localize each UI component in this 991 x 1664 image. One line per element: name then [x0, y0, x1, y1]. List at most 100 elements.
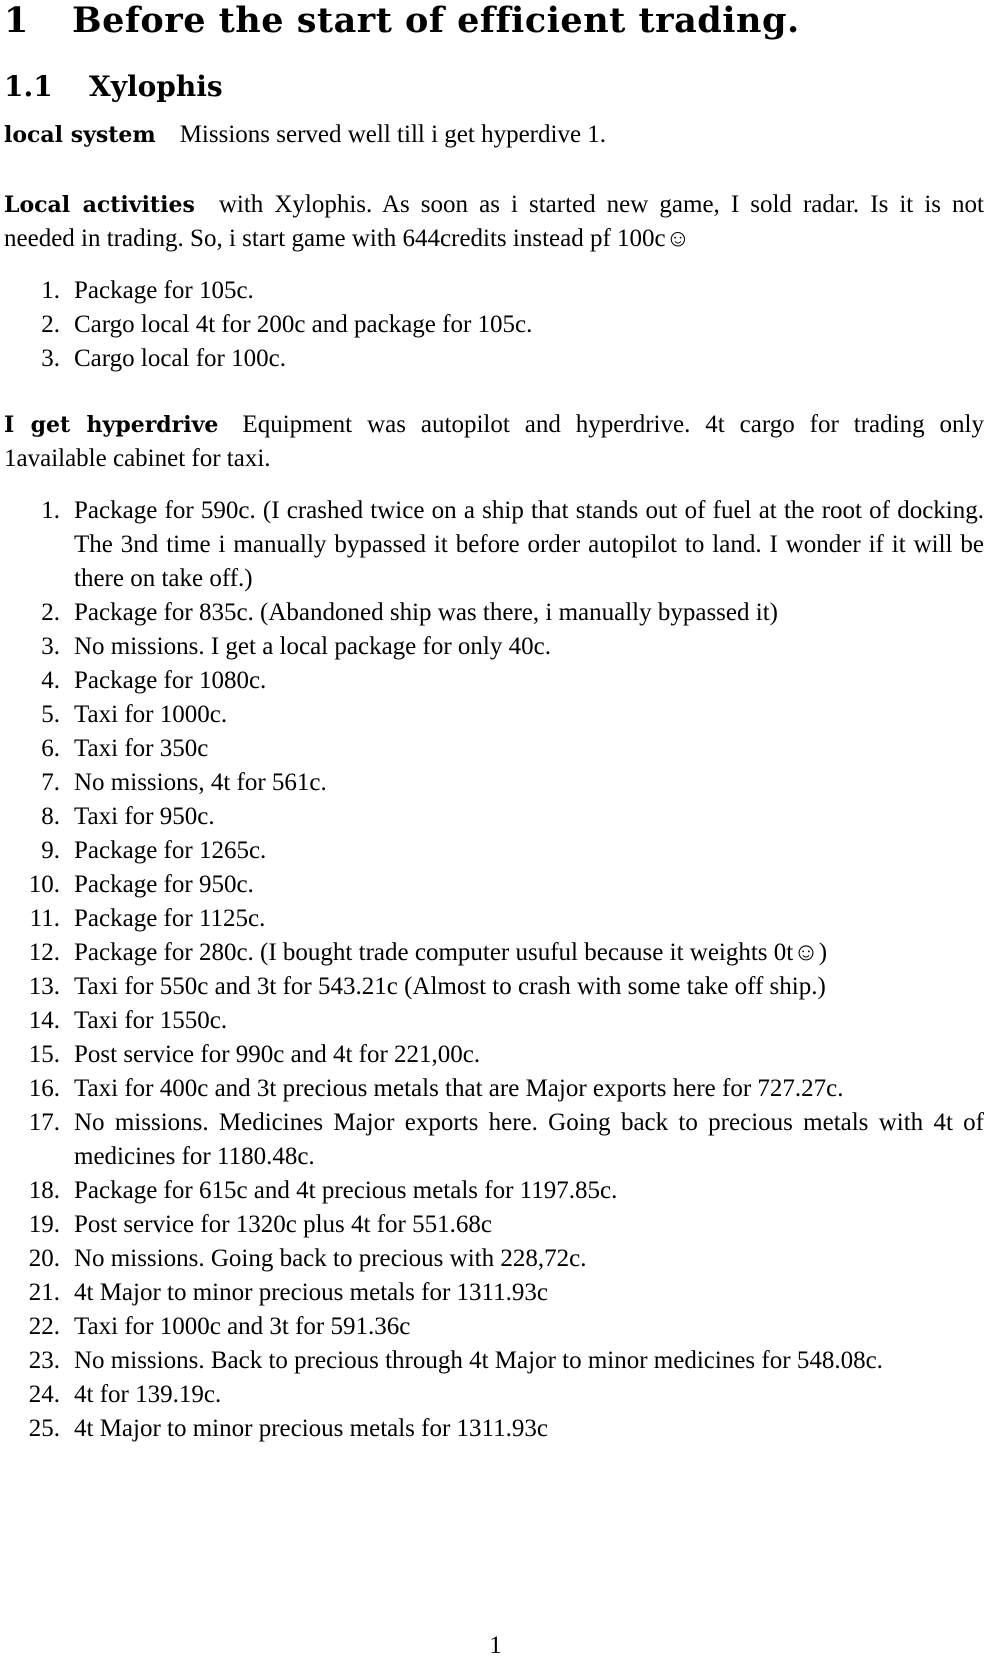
- list-item-number: 7.: [41, 769, 60, 796]
- list-item-text: Package for 280c. (I bought trade comput…: [74, 939, 828, 966]
- section-title: Before the start of efficient trading.: [72, 0, 800, 41]
- list-item-number: 13.: [28, 973, 60, 1000]
- paragraph-heading: I get hyperdrive: [4, 412, 219, 438]
- list-item: 21. 4t Major to minor precious metals for…: [4, 1276, 984, 1310]
- list-item-number: 8.: [41, 803, 60, 830]
- list-item-number: 20.: [28, 1245, 60, 1272]
- list-item-text: Post service for 990c and 4t for 221,00c…: [74, 1041, 481, 1068]
- list-item-text: Package for 615c and 4t precious metals …: [74, 1177, 618, 1204]
- list-item: 22. Taxi for 1000c and 3t for 591.36c: [4, 1310, 984, 1344]
- list-item: 23. No missions. Back to precious through…: [4, 1344, 984, 1378]
- list-item: 3. Cargo local for 100c.: [4, 342, 984, 376]
- section-heading: 1 Before the start of efficient trading.: [4, 0, 800, 41]
- list-item-text: 4t Major to minor precious metals for 13…: [74, 1415, 548, 1442]
- list-item-text: No missions. Medicines Major exports her…: [74, 1109, 984, 1170]
- list-item: 2. Package for 835c. (Abandoned ship was …: [4, 596, 984, 630]
- list-item-number: 5.: [41, 701, 60, 728]
- paragraph-heading: local system: [4, 122, 156, 148]
- list-item-text: Package for 590c. (I crashed twice on a …: [74, 497, 984, 592]
- list-item: 11. Package for 1125c.: [4, 902, 984, 936]
- list-item-number: 11.: [29, 905, 60, 932]
- list-item: 9. Package for 1265c.: [4, 834, 984, 868]
- list-item-text: Taxi for 400c and 3t precious metals tha…: [74, 1075, 844, 1102]
- list-item-number: 16.: [28, 1075, 60, 1102]
- list-item-text: Package for 105c.: [74, 277, 254, 304]
- list-item-number: 10.: [28, 871, 60, 898]
- list-item: 1. Package for 590c. (I crashed twice on …: [4, 494, 984, 596]
- list-item-number: 1.: [41, 497, 60, 524]
- list-item: 20. No missions. Going back to precious w…: [4, 1242, 984, 1276]
- list-item: 6. Taxi for 350c: [4, 732, 984, 766]
- list-item: 13. Taxi for 550c and 3t for 543.21c (Alm…: [4, 970, 984, 1004]
- list-item: 15. Post service for 990c and 4t for 221,…: [4, 1038, 984, 1072]
- list-item-number: 1.: [41, 277, 60, 304]
- list-item: 2. Cargo local 4t for 200c and package fo…: [4, 308, 984, 342]
- list-item: 19. Post service for 1320c plus 4t for 55…: [4, 1208, 984, 1242]
- list-item-number: 19.: [28, 1211, 60, 1238]
- list-item-number: 24.: [28, 1381, 60, 1408]
- list-item-text: Taxi for 1000c.: [74, 701, 228, 728]
- list-item-number: 17.: [28, 1109, 60, 1136]
- list-item-text: No missions, 4t for 561c.: [74, 769, 327, 796]
- list-item: 12. Package for 280c. (I bought trade com…: [4, 936, 984, 970]
- list-item-text: Taxi for 950c.: [74, 803, 215, 830]
- list-item-text: Package for 1265c.: [74, 837, 267, 864]
- list-item-number: 12.: [28, 939, 60, 966]
- list-item-text: Cargo local 4t for 200c and package for …: [74, 311, 533, 338]
- list-item-number: 14.: [28, 1007, 60, 1034]
- list-item-text: No missions. Going back to precious with…: [74, 1245, 587, 1272]
- list-item-text: Package for 950c.: [74, 871, 254, 898]
- smiley-icon: ☺: [665, 226, 691, 252]
- list-item-text: Package for 1125c.: [74, 905, 266, 932]
- list-item-text: Taxi for 1000c and 3t for 591.36c: [74, 1313, 411, 1340]
- list-item-number: 18.: [28, 1177, 60, 1204]
- list-item: 3. No missions. I get a local package for…: [4, 630, 984, 664]
- list-item-text: Post service for 1320c plus 4t for 551.6…: [74, 1211, 492, 1238]
- paragraph-heading: Local activities: [4, 192, 195, 218]
- list-item: 1. Package for 105c.: [4, 274, 984, 308]
- page-number: 1: [489, 1632, 502, 1659]
- list-item: 5. Taxi for 1000c.: [4, 698, 984, 732]
- list-item: 14. Taxi for 1550c.: [4, 1004, 984, 1038]
- paragraph-hyperdrive: I get hyperdrive Equipment was autopilot …: [4, 408, 984, 476]
- paragraph-local-system: local system Missions served well till i …: [4, 118, 984, 152]
- list-item-number: 23.: [28, 1347, 60, 1374]
- list-item-number: 22.: [28, 1313, 60, 1340]
- list-item-text: Taxi for 350c: [74, 735, 209, 762]
- list-item-text: No missions. Back to precious through 4t…: [74, 1347, 883, 1374]
- list-item: 4. Package for 1080c.: [4, 664, 984, 698]
- list-item-text: Package for 1080c.: [74, 667, 267, 694]
- list-item-text: Taxi for 1550c.: [74, 1007, 228, 1034]
- subsection-title: Xylophis: [89, 70, 223, 103]
- list-item: 7. No missions, 4t for 561c.: [4, 766, 984, 800]
- list-item-text: Package for 835c. (Abandoned ship was th…: [74, 599, 778, 626]
- paragraph-local-activities: Local activities with Xylophis. As soon a…: [4, 188, 984, 256]
- list-item-text: 4t for 139.19c.: [74, 1381, 222, 1408]
- list-item-number: 15.: [28, 1041, 60, 1068]
- list-item-number: 2.: [41, 599, 60, 626]
- list-item: 25. 4t Major to minor precious metals for…: [4, 1412, 984, 1446]
- list-item: 10. Package for 950c.: [4, 868, 984, 902]
- list-item: 18. Package for 615c and 4t precious meta…: [4, 1174, 984, 1208]
- list-item-number: 25.: [28, 1415, 60, 1442]
- list-item: 16. Taxi for 400c and 3t precious metals …: [4, 1072, 984, 1106]
- list-item-number: 6.: [41, 735, 60, 762]
- subsection-heading: 1.1 Xylophis: [4, 70, 223, 103]
- list-item-number: 4.: [41, 667, 60, 694]
- list-item-number: 9.: [41, 837, 60, 864]
- list-item-text: No missions. I get a local package for o…: [74, 633, 551, 660]
- numbered-list-local: 1. Package for 105c. 2. Cargo local 4t for …: [4, 274, 984, 376]
- list-item-number: 21.: [28, 1279, 60, 1306]
- numbered-list-hyperdrive: 1. Package for 590c. (I crashed twice on …: [4, 494, 984, 1446]
- list-item: 8. Taxi for 950c.: [4, 800, 984, 834]
- list-item-text: Cargo local for 100c.: [74, 345, 286, 372]
- list-item: 24. 4t for 139.19c.: [4, 1378, 984, 1412]
- list-item-text: Taxi for 550c and 3t for 543.21c (Almost…: [74, 973, 826, 1000]
- paragraph-text: Missions served well till i get hyperdiv…: [179, 121, 607, 148]
- list-item-number: 2.: [41, 311, 60, 338]
- subsection-number: 1.1: [4, 70, 53, 103]
- list-item-number: 3.: [41, 345, 60, 372]
- list-item-text: 4t Major to minor precious metals for 13…: [74, 1279, 548, 1306]
- section-number: 1: [4, 0, 29, 41]
- list-item-number: 3.: [41, 633, 60, 660]
